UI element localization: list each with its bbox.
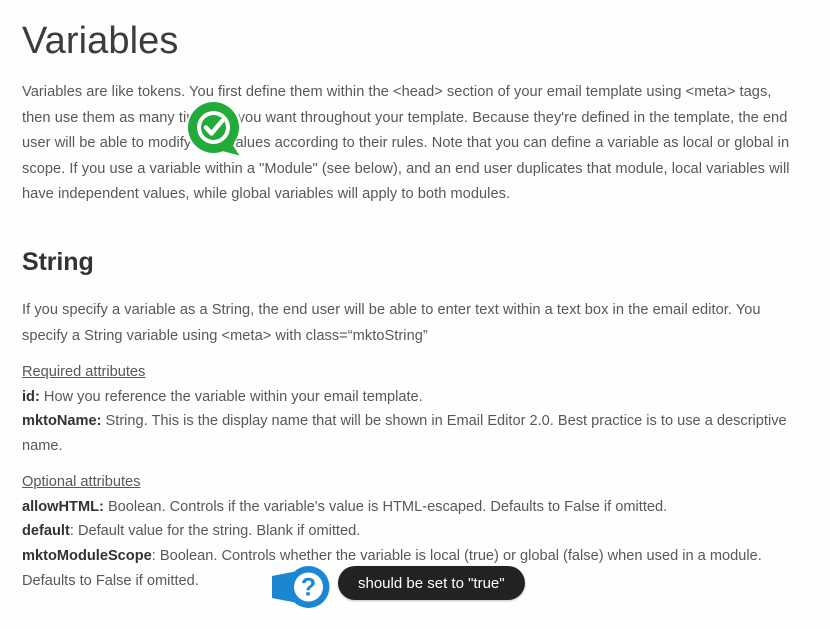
attribute-name: mktoModuleScope — [22, 548, 152, 565]
page-title-container: Variables — [22, 6, 522, 64]
required-attributes-heading: Required attributes — [22, 364, 146, 380]
section-heading-string: String — [22, 248, 94, 276]
optional-attribute-item: default: Default value for the string. B… — [22, 519, 797, 544]
intro-paragraph: Variables are like tokens. You first def… — [22, 84, 790, 202]
attribute-name: id: — [22, 388, 40, 405]
svg-text:?: ? — [301, 574, 316, 602]
string-section-paragraph: If you specify a variable as a String, t… — [22, 302, 761, 344]
annotation-tooltip: should be set to "true" — [338, 566, 525, 600]
check-circle-marker-icon[interactable] — [182, 98, 248, 162]
attribute-name: default — [22, 523, 70, 540]
string-section-paragraph-container: If you specify a variable as a String, t… — [22, 298, 797, 349]
attribute-name: mktoName: — [22, 413, 102, 430]
document-page: Variables Variables are like tokens. You… — [0, 0, 830, 629]
annotation-tooltip-text: should be set to "true" — [358, 574, 505, 592]
attribute-description: String. This is the display name that wi… — [22, 413, 787, 455]
attribute-description: How you reference the variable within yo… — [39, 388, 423, 405]
required-attributes-group: Required attributes id: How you referenc… — [22, 360, 797, 459]
string-section-heading-container: String — [22, 247, 522, 277]
question-marker-annotation[interactable]: ? — [266, 561, 336, 613]
attribute-name: allowHTML: — [22, 498, 104, 515]
optional-attributes-heading: Optional attributes — [22, 474, 141, 490]
required-attribute-item: id: How you reference the variable withi… — [22, 385, 797, 410]
attribute-description: Boolean. Controls if the variable's valu… — [103, 498, 668, 515]
attribute-description: : Default value for the string. Blank if… — [69, 523, 361, 540]
page-title: Variables — [22, 20, 179, 62]
question-mark-marker-icon[interactable]: ? — [266, 561, 336, 613]
optional-attribute-item: allowHTML: Boolean. Controls if the vari… — [22, 495, 797, 520]
required-attribute-item: mktoName: String. This is the display na… — [22, 409, 797, 458]
intro-paragraph-container: Variables are like tokens. You first def… — [22, 80, 797, 208]
